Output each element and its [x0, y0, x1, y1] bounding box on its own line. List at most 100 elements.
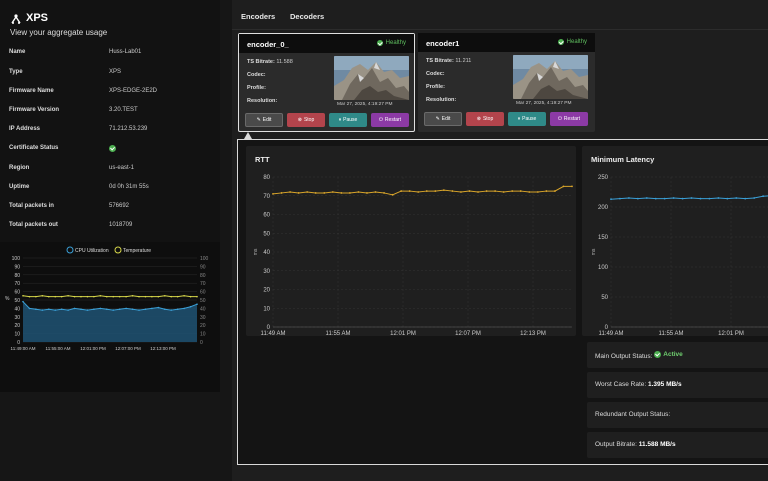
- data-point: [511, 190, 514, 192]
- data-point: [554, 190, 556, 192]
- left-panel-footer: [0, 392, 220, 481]
- data-point: [41, 295, 44, 297]
- latency-chart-svg: 05010015020025011:49 AM 11:55 AM 12:01 PMm…: [591, 175, 768, 336]
- y2-tick-label: 40: [200, 306, 206, 312]
- data-point: [151, 295, 153, 298]
- data-point: [654, 197, 657, 200]
- x-tick-label: 12:01:00 PM: [80, 346, 106, 351]
- x-tick-label: 11:49 AM: [599, 331, 624, 336]
- data-point: [340, 192, 343, 194]
- tab-decoders[interactable]: Decoders: [290, 12, 324, 21]
- data-point: [331, 191, 334, 193]
- info-label: Total packets out: [9, 222, 58, 228]
- data-point: [272, 192, 274, 195]
- x-tick-label: 12:01 PM: [390, 331, 416, 336]
- ts-bitrate: TS Bitrate: 11.211: [426, 58, 472, 64]
- data-point: [636, 197, 639, 200]
- healthy-check-icon: [376, 40, 383, 46]
- data-point: [138, 309, 140, 311]
- y-tick-label: 40: [263, 250, 270, 256]
- info-value: 0d 0h 31m 55s: [109, 184, 149, 190]
- data-point: [105, 308, 108, 311]
- encoder-card-0[interactable]: encoder_0_ Healthy TS Bitrate: 11.588 Co…: [238, 33, 415, 132]
- codec-label: Codec:: [247, 72, 266, 78]
- main-area: Encoders Decoders encoder_0_ Healthy TS …: [232, 0, 768, 481]
- edit-button[interactable]: ✎ Edit: [245, 113, 283, 127]
- x-tick-label: 11:55 AM: [659, 331, 684, 336]
- restart-button[interactable]: ⏻ Restart: [371, 113, 409, 127]
- encoder-card-header: encoder_0_ Healthy: [239, 34, 414, 53]
- tab-encoders[interactable]: Encoders: [241, 12, 275, 21]
- video-thumbnail: [513, 55, 588, 99]
- data-point: [726, 197, 729, 200]
- info-row: Total packets in 576692: [9, 203, 214, 209]
- encoder-name: encoder1: [426, 39, 460, 48]
- cpu-temp-chart: CPU Utilization Temperature 0 10 20 30 40 50 60 7…: [0, 242, 220, 392]
- data-point: [348, 192, 351, 194]
- info-label: Firmware Version: [9, 107, 60, 113]
- x-tick-label: 11:55:00 AM: [46, 346, 71, 351]
- data-point: [366, 192, 368, 194]
- info-label: Uptime: [9, 184, 30, 190]
- data-point: [672, 197, 675, 199]
- healthy-check-icon: [557, 39, 564, 45]
- pause-button[interactable]: ⏸ Pause: [329, 113, 367, 127]
- data-point: [35, 295, 37, 298]
- x-tick-label: 11:49:00 AM: [11, 346, 36, 351]
- redundant-output-status: Redundant Output Status:: [587, 402, 768, 428]
- data-point: [73, 295, 76, 298]
- data-point: [468, 190, 471, 192]
- info-row: Region us-east-1: [9, 165, 214, 171]
- data-point: [189, 295, 192, 298]
- health-label: Healthy: [385, 40, 406, 46]
- data-point: [545, 190, 548, 192]
- edit-button[interactable]: ✎ Edit: [424, 112, 462, 126]
- data-point: [434, 190, 437, 192]
- y-tick-label: 10: [14, 332, 20, 338]
- ts-bitrate: TS Bitrate: 11.588: [247, 59, 293, 65]
- y2-tick-label: 50: [200, 298, 206, 304]
- data-point: [73, 307, 76, 310]
- data-point: [183, 295, 185, 297]
- stop-button[interactable]: ⊗ Stop: [466, 112, 504, 126]
- data-point: [297, 192, 300, 194]
- data-point: [417, 191, 420, 193]
- info-row: Uptime 0d 0h 31m 55s: [9, 184, 214, 190]
- data-point: [28, 295, 31, 298]
- pencil-icon: ✎: [435, 116, 440, 122]
- data-point: [391, 193, 394, 196]
- info-label: Total packets in: [9, 203, 54, 209]
- x-tick-label: 11:49 AM: [261, 331, 286, 336]
- y-axis-label: ms: [591, 248, 597, 255]
- x-tick-label: 12:07 PM: [455, 331, 481, 336]
- encoder-card-1[interactable]: encoder1 Healthy TS Bitrate: 11.211 Code…: [418, 33, 595, 132]
- thumbnail-timestamp: Mar 27, 2025, 4:19:27 PM: [516, 101, 572, 106]
- data-point: [118, 295, 121, 298]
- data-point: [189, 305, 192, 308]
- y-tick-label: 30: [263, 269, 270, 275]
- info-value: 71.212.53.239: [109, 126, 148, 132]
- series-line: [272, 185, 572, 196]
- y-tick-label: 60: [14, 290, 20, 296]
- data-point: [196, 303, 198, 305]
- data-point: [571, 185, 573, 188]
- data-point: [289, 191, 291, 193]
- data-point: [408, 190, 411, 192]
- info-value: 3.20.TEST: [109, 107, 138, 113]
- data-point: [80, 295, 82, 298]
- restart-button[interactable]: ⏻ Restart: [550, 112, 588, 126]
- data-point: [494, 190, 497, 192]
- data-point: [54, 309, 57, 311]
- data-point: [170, 309, 173, 311]
- profile-label: Profile:: [426, 84, 445, 90]
- data-point: [163, 295, 166, 297]
- data-point: [681, 197, 684, 200]
- info-row: Type XPS: [9, 69, 214, 75]
- stop-button[interactable]: ⊗ Stop: [287, 113, 325, 127]
- data-point: [442, 189, 445, 192]
- data-point: [112, 295, 115, 298]
- y-tick-label: 50: [14, 298, 20, 304]
- y-tick-label: 50: [263, 231, 270, 237]
- x-tick-label: 12:01 PM: [718, 331, 744, 336]
- pause-button[interactable]: ⏸ Pause: [508, 112, 546, 126]
